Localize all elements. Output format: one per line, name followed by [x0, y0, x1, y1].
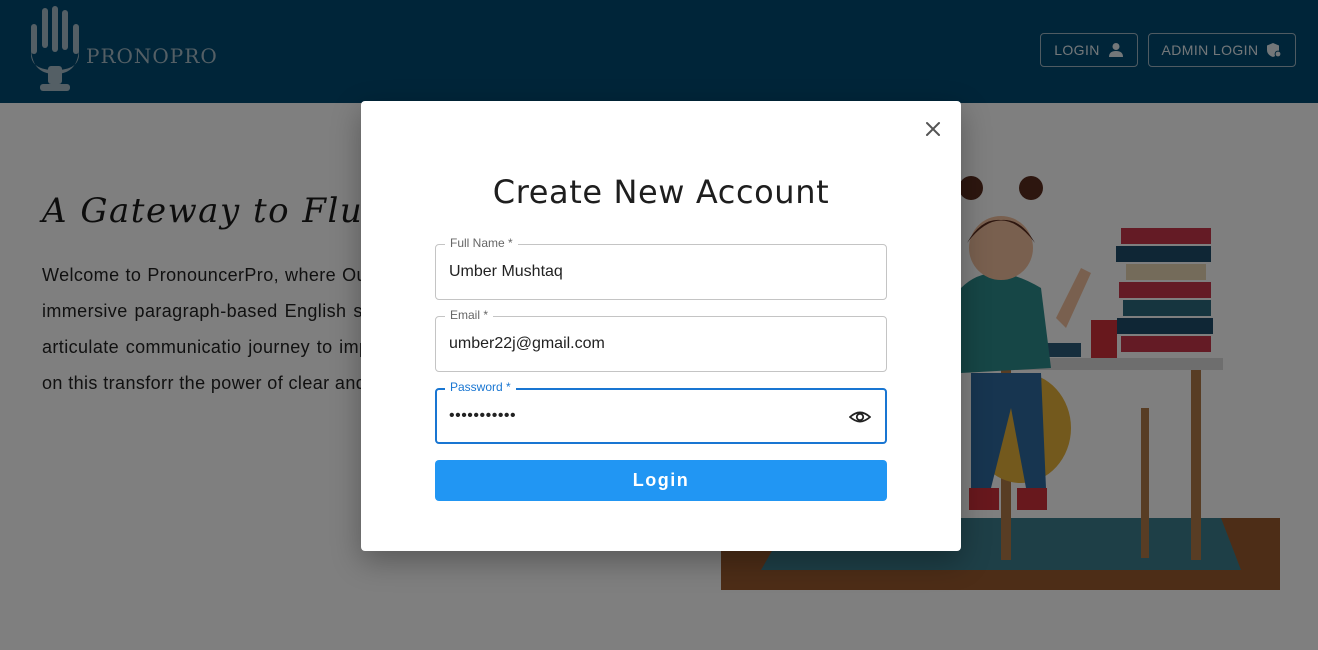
password-input[interactable]	[437, 390, 885, 442]
password-field: Password *	[435, 380, 887, 444]
full-name-input[interactable]	[436, 245, 886, 299]
dialog-title: Create New Account	[492, 173, 830, 211]
email-field: Email *	[435, 308, 887, 372]
email-input[interactable]	[436, 317, 886, 371]
login-submit-button[interactable]: Login	[435, 460, 887, 501]
create-account-dialog: Create New Account Full Name * Email * P…	[361, 101, 961, 551]
full-name-field: Full Name *	[435, 236, 887, 300]
eye-icon[interactable]	[849, 408, 871, 426]
close-icon[interactable]	[923, 119, 943, 139]
